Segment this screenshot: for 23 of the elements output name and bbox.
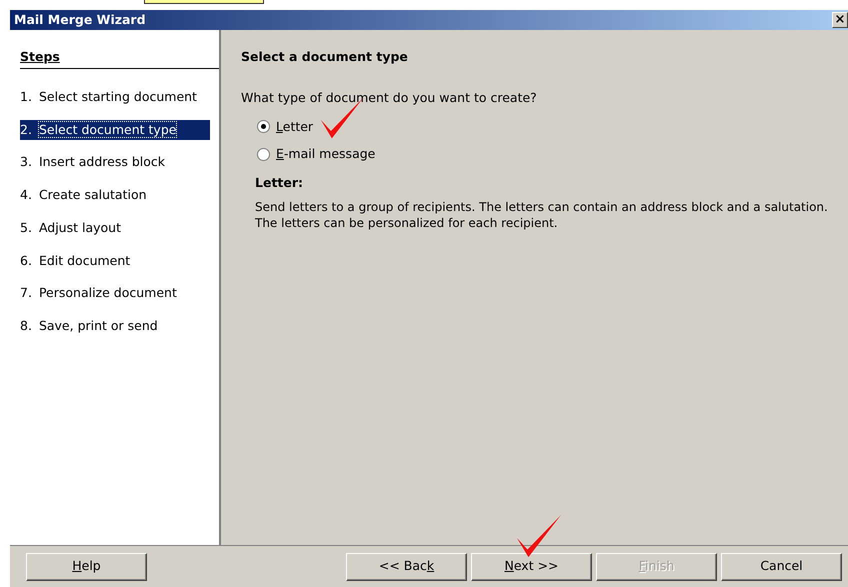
- window-title: Mail Merge Wizard: [14, 10, 146, 29]
- step-item[interactable]: 6. Edit document: [20, 250, 210, 272]
- page-title: Select a document type: [241, 48, 409, 66]
- wizard-button[interactable]: Help: [26, 552, 147, 580]
- step-item[interactable]: 5. Adjust layout: [20, 218, 210, 238]
- radio-button[interactable]: [257, 120, 270, 134]
- step-item[interactable]: 3. Insert address block: [20, 152, 210, 173]
- radio-label[interactable]: E-mail message: [276, 145, 376, 164]
- description-title: Letter:: [255, 174, 304, 192]
- step-item[interactable]: 7. Personalize document: [20, 283, 210, 304]
- step-item[interactable]: 8. Save, print or send: [20, 316, 210, 337]
- wizard-button[interactable]: Next >>: [471, 552, 592, 580]
- step-item[interactable]: 2. Select document type: [20, 120, 210, 140]
- description-text: Send letters to a group of recipients. The letters can contain an address block and a salutation. The letters can be personalized for each recipient.: [255, 198, 829, 231]
- step-item[interactable]: 1. Select starting document: [20, 86, 210, 108]
- radio-button[interactable]: [257, 148, 270, 162]
- steps-heading: Steps: [20, 48, 219, 69]
- step-item[interactable]: 4. Create salutation: [20, 185, 210, 206]
- close-button[interactable]: ×: [832, 12, 848, 28]
- wizard-button[interactable]: Cancel: [721, 552, 842, 580]
- question-text: What type of document do you want to create?: [241, 88, 538, 107]
- radio-label[interactable]: Letter: [276, 118, 314, 136]
- wizard-button[interactable]: << Back: [346, 552, 467, 580]
